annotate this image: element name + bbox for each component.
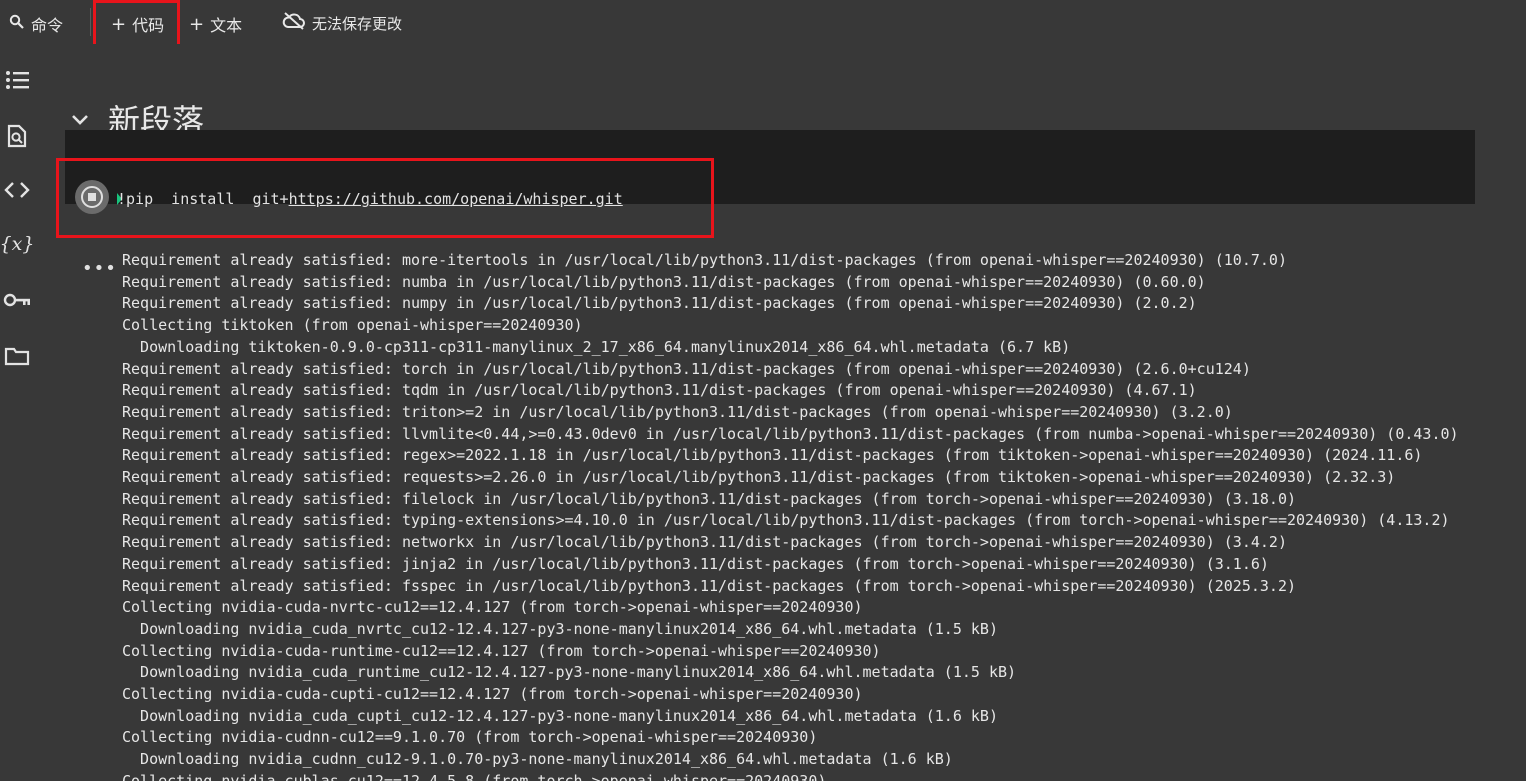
chevron-down-icon[interactable] xyxy=(68,107,92,131)
output-line: Requirement already satisfied: numba in … xyxy=(122,272,1206,291)
output-line: Requirement already satisfied: regex>=20… xyxy=(122,446,1423,465)
add-text-button[interactable]: + 文本 xyxy=(189,12,242,36)
sidebar-divider xyxy=(34,44,52,781)
output-line: Requirement already satisfied: triton>=2… xyxy=(122,402,1233,421)
toc-icon[interactable] xyxy=(3,66,31,94)
cloud-off-icon xyxy=(282,12,306,34)
more-icon[interactable]: ••• xyxy=(82,258,117,279)
output-line: Collecting tiktoken (from openai-whisper… xyxy=(122,316,583,335)
save-status[interactable]: 无法保存更改 xyxy=(282,12,402,34)
output-line: Downloading tiktoken-0.9.0-cp311-cp311-m… xyxy=(122,337,1071,356)
output-line: Requirement already satisfied: more-iter… xyxy=(122,251,1287,269)
output-line: Requirement already satisfied: filelock … xyxy=(122,489,1296,508)
find-icon[interactable] xyxy=(3,122,31,150)
output-line: Requirement already satisfied: typing-ex… xyxy=(122,511,1450,530)
folder-icon[interactable] xyxy=(3,342,31,370)
key-icon[interactable] xyxy=(3,286,31,314)
command-label: 命令 xyxy=(31,16,64,35)
output-gutter xyxy=(65,248,117,781)
output-line: Downloading nvidia_cuda_runtime_cu12-12.… xyxy=(122,663,1017,682)
output-line: Requirement already satisfied: networkx … xyxy=(122,533,1287,552)
toolbar-divider xyxy=(90,8,91,36)
output-line: Requirement already satisfied: jinja2 in… xyxy=(122,554,1269,573)
cell-output: Requirement already satisfied: more-iter… xyxy=(122,250,1522,781)
left-sidebar: {x} xyxy=(0,44,34,781)
plus-icon: + xyxy=(189,13,205,35)
output-line: Requirement already satisfied: tqdm in /… xyxy=(122,381,1197,400)
output-line: Collecting nvidia-cuda-runtime-cu12==12.… xyxy=(122,641,881,660)
variables-icon[interactable]: {x} xyxy=(0,230,34,258)
output-line: Collecting nvidia-cudnn-cu12==9.1.0.70 (… xyxy=(122,728,818,747)
output-line: Downloading nvidia_cuda_cupti_cu12-12.4.… xyxy=(122,706,998,725)
text-label: 文本 xyxy=(210,16,243,35)
output-line: Requirement already satisfied: requests>… xyxy=(122,468,1396,487)
output-line: Requirement already satisfied: llvmlite<… xyxy=(122,424,1459,443)
code-icon[interactable] xyxy=(3,176,31,204)
output-line: Downloading nvidia_cudnn_cu12-9.1.0.70-p… xyxy=(122,750,953,769)
output-line: Collecting nvidia-cuda-cupti-cu12==12.4.… xyxy=(122,685,863,704)
save-status-label: 无法保存更改 xyxy=(312,14,403,33)
output-line: Downloading nvidia_cuda_nvrtc_cu12-12.4.… xyxy=(122,619,998,638)
output-line: Collecting nvidia-cublas-cu12==12.4.5.8 … xyxy=(122,771,827,781)
output-line: Collecting nvidia-cuda-nvrtc-cu12==12.4.… xyxy=(122,598,863,617)
highlight-box-code-cell xyxy=(56,158,714,238)
command-palette-button[interactable]: 命令 xyxy=(9,12,63,36)
output-line: Requirement already satisfied: torch in … xyxy=(122,359,1251,378)
output-line: Requirement already satisfied: fsspec in… xyxy=(122,576,1296,595)
top-toolbar: 命令 + 代码 + 文本 无法保存更改 xyxy=(0,0,1526,44)
search-icon xyxy=(9,14,25,34)
output-line: Requirement already satisfied: numpy in … xyxy=(122,294,1197,313)
